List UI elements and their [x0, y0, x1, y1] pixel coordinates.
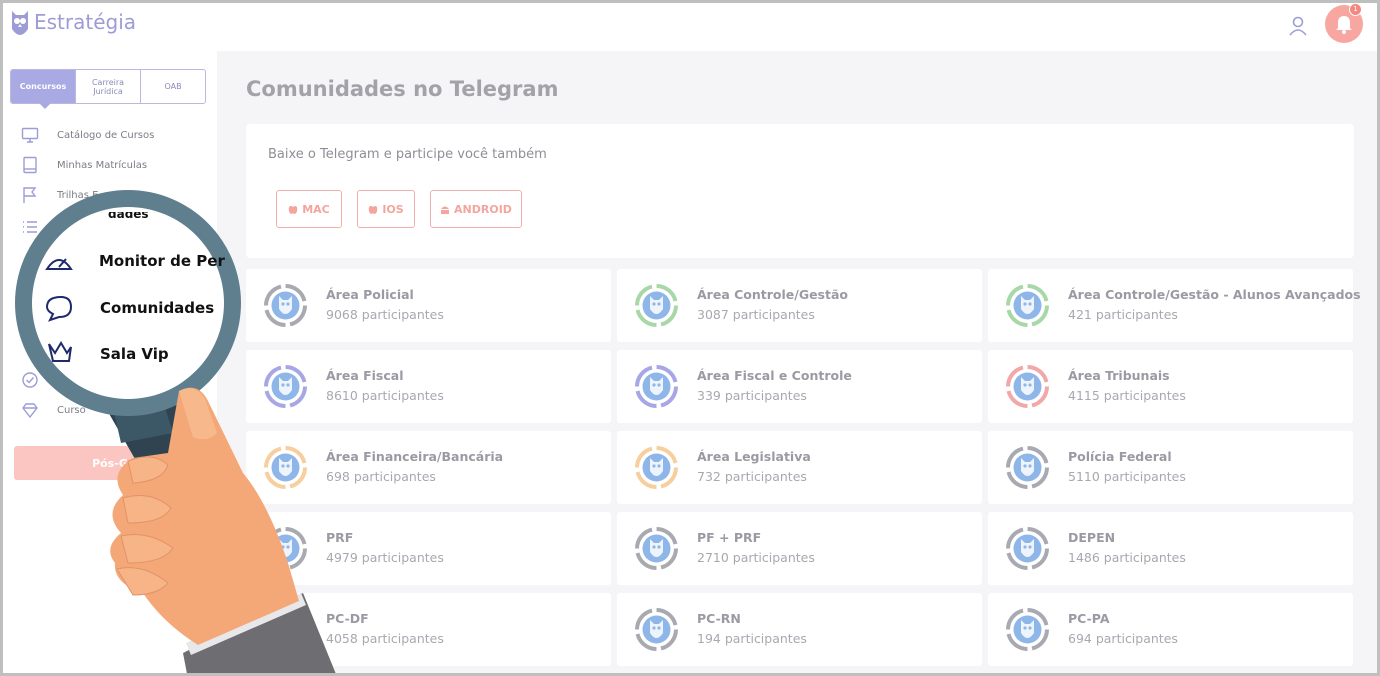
telegram-group-icon	[635, 608, 678, 651]
telegram-group-icon	[1006, 284, 1049, 327]
community-name: Área Controle/Gestão - Alunos Avançados	[1068, 287, 1361, 302]
bell-icon	[1336, 16, 1352, 34]
telegram-group-icon	[635, 527, 678, 570]
magnifier-illustration: Monitor de Per Comunidades Sala Vip dade…	[3, 3, 363, 673]
android-download-button[interactable]: ANDROID	[430, 190, 522, 228]
community-count: 4115 participantes	[1068, 388, 1186, 403]
community-name: PF + PRF	[697, 530, 762, 545]
android-label: ANDROID	[454, 202, 512, 216]
community-card[interactable]: Área Controle/Gestão - Alunos Avançados 4…	[988, 269, 1361, 342]
community-name: Área Legislativa	[697, 449, 811, 464]
community-name: PC-PA	[1068, 611, 1110, 626]
community-name: Área Tribunais	[1068, 368, 1170, 383]
community-name: PC-RN	[697, 611, 741, 626]
community-count: 1486 participantes	[1068, 550, 1186, 565]
apple-icon	[369, 205, 378, 214]
telegram-group-icon	[635, 284, 678, 327]
app-frame: Estratégia 1 Concursos Carreira Jurídica…	[0, 0, 1380, 676]
notification-badge: 1	[1349, 3, 1362, 16]
community-card[interactable]: Área Fiscal e Controle 339 participantes	[617, 350, 982, 423]
community-count: 3087 participantes	[697, 307, 815, 322]
community-count: 194 participantes	[697, 631, 807, 646]
community-card[interactable]: PC-RN 194 participantes	[617, 593, 982, 666]
community-name: Polícia Federal	[1068, 449, 1172, 464]
community-card[interactable]: DEPEN 1486 participantes	[988, 512, 1353, 585]
ios-label: IOS	[382, 202, 404, 216]
community-card[interactable]: Polícia Federal 5110 participantes	[988, 431, 1353, 504]
community-count: 694 participantes	[1068, 631, 1178, 646]
user-icon[interactable]	[1287, 15, 1309, 37]
lens-item-sala-vip: Sala Vip	[100, 345, 169, 363]
telegram-group-icon	[1006, 365, 1049, 408]
telegram-group-icon	[635, 365, 678, 408]
community-count: 421 participantes	[1068, 307, 1178, 322]
ios-download-button[interactable]: IOS	[357, 190, 415, 228]
lens-item-comunidades: Comunidades	[100, 299, 215, 317]
community-card[interactable]: Área Legislativa 732 participantes	[617, 431, 982, 504]
community-card[interactable]: Área Tribunais 4115 participantes	[988, 350, 1353, 423]
community-card[interactable]: PC-PA 694 participantes	[988, 593, 1353, 666]
telegram-group-icon	[1006, 446, 1049, 489]
telegram-group-icon	[635, 446, 678, 489]
community-count: 5110 participantes	[1068, 469, 1186, 484]
community-name: Área Controle/Gestão	[697, 287, 848, 302]
lens-item-monitor: Monitor de Per	[99, 252, 225, 270]
telegram-group-icon	[1006, 527, 1049, 570]
magnifier-icon	[15, 190, 336, 673]
community-count: 732 participantes	[697, 469, 807, 484]
community-card[interactable]: Área Controle/Gestão 3087 participantes	[617, 269, 982, 342]
telegram-group-icon	[1006, 608, 1049, 651]
community-count: 2710 participantes	[697, 550, 815, 565]
community-name: DEPEN	[1068, 530, 1116, 545]
community-name: Área Fiscal e Controle	[697, 368, 852, 383]
community-card[interactable]: PF + PRF 2710 participantes	[617, 512, 982, 585]
android-icon	[441, 206, 450, 214]
telegram-download-card: Baixe o Telegram e participe você também…	[246, 124, 1354, 258]
community-count: 339 participantes	[697, 388, 807, 403]
